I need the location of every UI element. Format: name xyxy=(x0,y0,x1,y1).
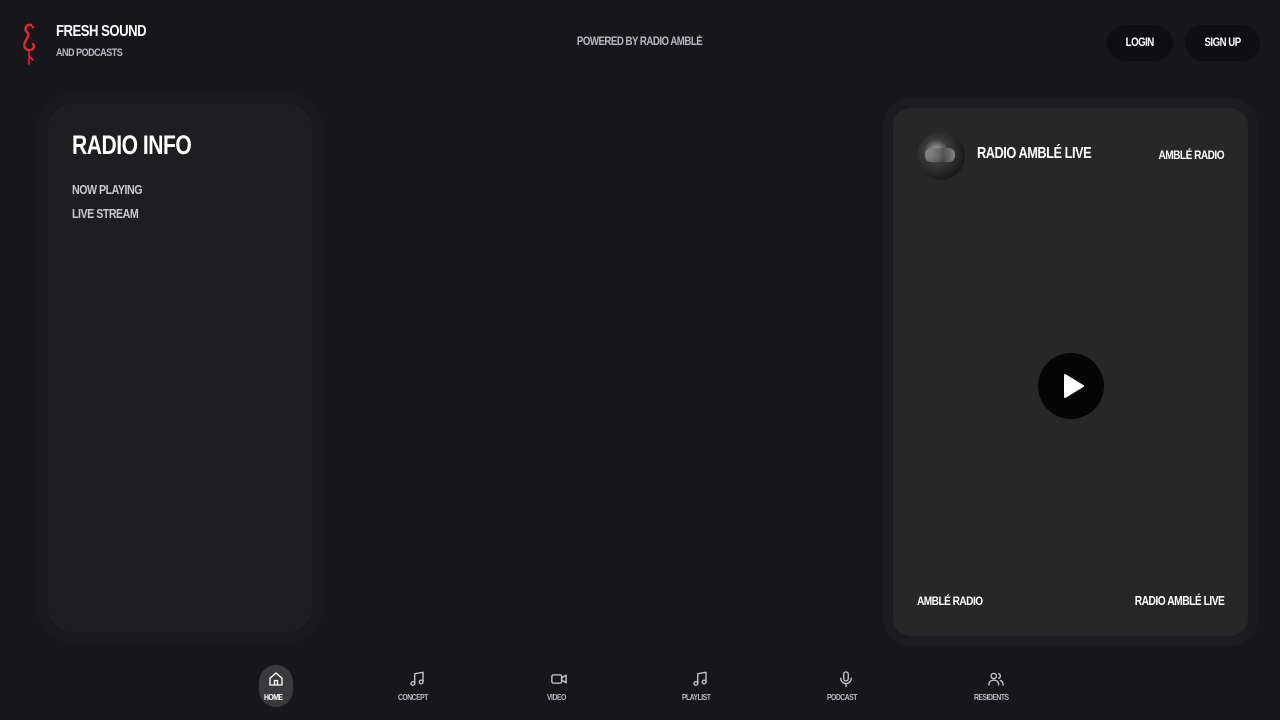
nav-item-residents[interactable]: RESIDENTS xyxy=(974,665,1013,707)
brand-subtitle: AND PODCASTS xyxy=(56,47,123,59)
music-note-icon xyxy=(693,671,707,687)
nav-item-podcast[interactable]: PODCAST xyxy=(827,665,863,707)
nav-label-video: VIDEO xyxy=(547,692,567,702)
radio-info-title: RADIO INFO xyxy=(72,130,192,160)
player-card: RADIO AMBLÉ LIVE AMBLÉ RADIO AMBLÉ RADIO… xyxy=(893,108,1248,636)
auth-buttons: LOGIN SIGN UP xyxy=(1107,25,1260,61)
bottom-nav: HOME CONCEPT VIDEO PLAYLIST PODCAST RESI… xyxy=(0,656,1280,720)
signup-label: SIGN UP xyxy=(1204,37,1241,49)
now-playing-link[interactable]: NOW PLAYING xyxy=(72,178,249,202)
nav-label-home: HOME xyxy=(264,692,283,702)
nav-label-concept: CONCEPT xyxy=(398,692,429,702)
music-note-icon xyxy=(410,671,424,687)
nav-label-playlist: PLAYLIST xyxy=(682,692,711,702)
signup-button[interactable]: SIGN UP xyxy=(1184,25,1260,61)
player-title: RADIO AMBLÉ LIVE xyxy=(977,145,1092,162)
play-icon xyxy=(1063,374,1084,398)
player-station: AMBLÉ RADIO xyxy=(1158,148,1224,162)
nav-item-home[interactable]: HOME xyxy=(259,665,293,707)
play-button[interactable] xyxy=(1038,353,1104,419)
video-camera-icon xyxy=(551,674,567,684)
radio-info-panel: RADIO INFO NOW PLAYING LIVE STREAM xyxy=(48,104,312,632)
nav-label-podcast: PODCAST xyxy=(827,692,858,702)
player-footer-station: AMBLÉ RADIO xyxy=(917,594,983,608)
home-icon xyxy=(269,672,283,686)
nav-item-video[interactable]: VIDEO xyxy=(542,665,576,707)
station-avatar xyxy=(917,132,965,180)
nav-item-concept[interactable]: CONCEPT xyxy=(398,665,434,707)
powered-by-label: POWERED BY RADIO AMBLÈ xyxy=(577,36,703,48)
radio-info-links: NOW PLAYING LIVE STREAM xyxy=(72,178,288,226)
login-label: LOGIN xyxy=(1126,37,1155,49)
header: FRESH SOUND AND PODCASTS POWERED BY RADI… xyxy=(0,0,1280,88)
live-stream-link[interactable]: LIVE STREAM xyxy=(72,202,249,226)
users-icon xyxy=(988,672,1004,686)
login-button[interactable]: LOGIN xyxy=(1107,25,1173,61)
player-footer-title: RADIO AMBLÉ LIVE xyxy=(1134,594,1224,608)
nav-label-residents: RESIDENTS xyxy=(974,692,1009,702)
powered-by-text: POWERED BY RADIO AMBLÈ xyxy=(0,36,1280,48)
nav-item-playlist[interactable]: PLAYLIST xyxy=(682,665,717,707)
microphone-icon xyxy=(840,671,852,688)
